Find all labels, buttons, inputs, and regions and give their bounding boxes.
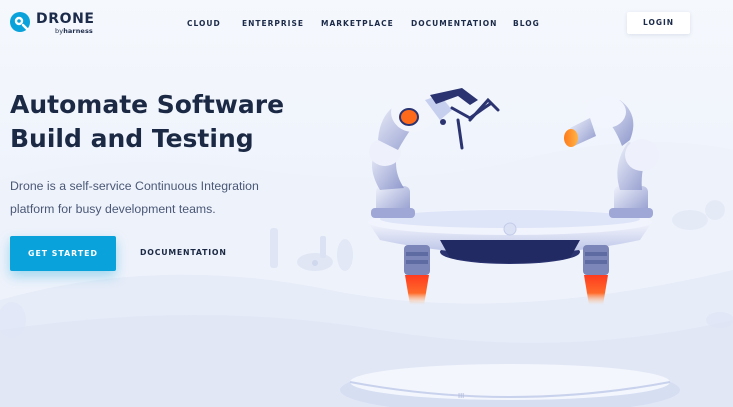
landing-page: III DRONE byharness CLOUD ENTERPRISE MAR… xyxy=(0,0,733,407)
nav-item-documentation[interactable]: DOCUMENTATION xyxy=(411,19,497,28)
nav-item-cloud[interactable]: CLOUD xyxy=(187,19,221,28)
primary-nav: CLOUD ENTERPRISE MARKETPLACE DOCUMENTATI… xyxy=(0,19,733,31)
nav-item-enterprise[interactable]: ENTERPRISE xyxy=(242,19,304,28)
hero-headline-line2: Build and Testing xyxy=(10,124,254,153)
nav-item-blog[interactable]: BLOG xyxy=(513,19,540,28)
landing-pad: III xyxy=(340,364,680,407)
hero-subtext-line1: Drone is a self-service Continuous Integ… xyxy=(10,179,259,193)
login-button[interactable]: LOGIN xyxy=(627,12,690,34)
documentation-link[interactable]: DOCUMENTATION xyxy=(140,248,227,257)
hero-headline-line1: Automate Software xyxy=(10,90,285,119)
pad-number-text: III xyxy=(458,392,464,400)
hero-headline: Automate Software Build and Testing xyxy=(10,88,340,156)
get-started-button[interactable]: GET STARTED xyxy=(10,236,116,271)
nav-item-marketplace[interactable]: MARKETPLACE xyxy=(321,19,394,28)
site-header: DRONE byharness CLOUD ENTERPRISE MARKETP… xyxy=(0,0,733,46)
hero-subtext-line2: platform for busy development teams. xyxy=(10,202,216,216)
hero-subtext: Drone is a self-service Continuous Integ… xyxy=(10,175,310,221)
